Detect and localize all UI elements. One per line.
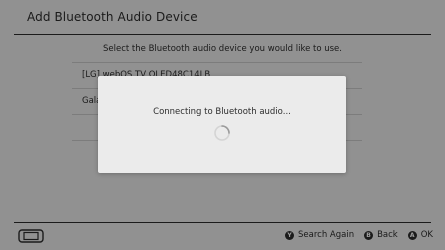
- dialog-message: Connecting to Bluetooth audio...: [153, 107, 291, 117]
- connecting-dialog: Connecting to Bluetooth audio...: [98, 76, 346, 173]
- loading-spinner-icon: [214, 125, 230, 141]
